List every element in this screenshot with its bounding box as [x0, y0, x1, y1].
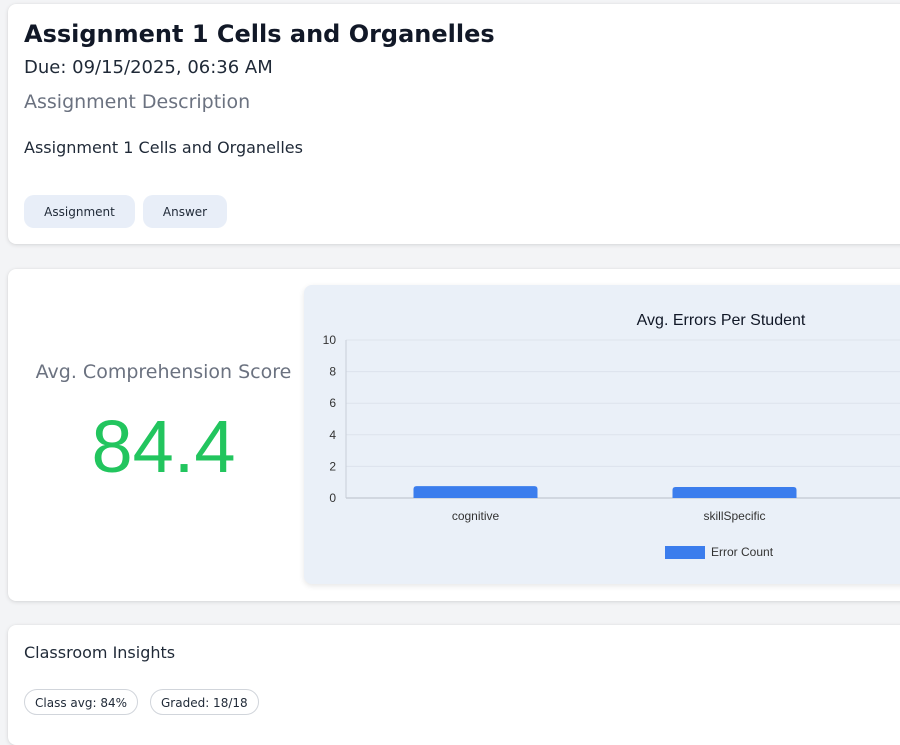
- legend-label: Error Count: [711, 545, 774, 559]
- graded-chip: Graded: 18/18: [150, 689, 259, 715]
- y-tick-label: 4: [329, 428, 336, 442]
- y-tick-label: 10: [323, 333, 337, 347]
- bar-cognitive: [413, 486, 538, 498]
- y-tick-label: 2: [329, 459, 336, 473]
- insights-title: Classroom Insights: [24, 643, 176, 662]
- score-label: Avg. Comprehension Score: [35, 361, 292, 383]
- y-tick-label: 6: [329, 396, 336, 410]
- y-tick-label: 0: [329, 491, 336, 505]
- bar-skillSpecific: [672, 486, 797, 498]
- y-tick-label: 8: [329, 365, 336, 379]
- assignment-title: Assignment 1 Cells and Organelles: [24, 20, 495, 48]
- due-date: Due: 09/15/2025, 06:36 AM: [24, 57, 273, 78]
- description-text: Assignment 1 Cells and Organelles: [24, 138, 303, 157]
- assignment-card: Assignment 1 Cells and Organelles Due: 0…: [8, 4, 900, 244]
- score-value: 84.4: [91, 405, 236, 488]
- errors-chart-panel: Avg. Errors Per Student 0 2 4 6 8 10 cognitiv…: [304, 285, 900, 584]
- chart-title: Avg. Errors Per Student: [637, 312, 806, 329]
- answer-button[interactable]: Answer: [143, 195, 227, 228]
- x-tick-label: cognitive: [452, 509, 500, 523]
- stats-card: Avg. Comprehension Score 84.4 Avg. Error…: [8, 269, 900, 601]
- x-tick-label: skillSpecific: [703, 509, 765, 523]
- errors-chart: Avg. Errors Per Student 0 2 4 6 8 10 cognitiv…: [323, 312, 900, 559]
- class-avg-chip: Class avg: 84%: [24, 689, 138, 715]
- assignment-button[interactable]: Assignment: [24, 195, 135, 228]
- description-heading: Assignment Description: [24, 91, 251, 113]
- insights-card: Classroom Insights Class avg: 84% Graded…: [8, 625, 900, 745]
- legend-swatch: [665, 546, 705, 559]
